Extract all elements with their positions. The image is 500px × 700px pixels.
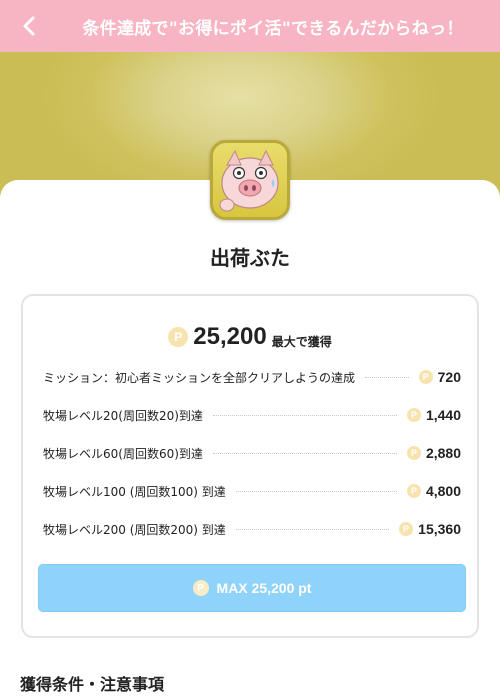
mission-points: 4,800 [425, 483, 461, 499]
dotted-leader [235, 490, 397, 492]
point-coin-icon: P [406, 484, 421, 498]
dotted-leader [235, 528, 390, 530]
total-points: 25,200 [193, 323, 267, 350]
mission-points: 1,440 [425, 407, 461, 423]
dotted-leader [212, 452, 397, 454]
chevron-left-icon [23, 16, 35, 36]
point-coin-icon: P [399, 522, 414, 536]
pig-app-icon [210, 140, 290, 220]
mission-label: 牧場レベル200 (周回数200) 到達 [43, 522, 226, 537]
max-points-label: MAX 25,200 pt [216, 580, 312, 596]
point-coin-icon: P [192, 580, 209, 596]
dotted-leader [365, 376, 409, 378]
app-name: 出荷ぶた [210, 246, 290, 270]
back-button[interactable] [14, 10, 44, 42]
mission-row: 牧場レベル200 (周回数200) 到達 P 15,360 [43, 519, 461, 539]
total-suffix: 最大で獲得 [271, 334, 332, 349]
point-coin-icon: P [418, 370, 433, 384]
conditions-heading: 獲得条件・注意事項 [20, 675, 165, 694]
mission-label: 牧場レベル100 (周回数100) 到達 [43, 484, 226, 499]
total-reward: P 25,200 最大で獲得 [23, 322, 477, 352]
mission-row: 牧場レベル60(周回数60)到達 P 2,880 [43, 443, 461, 463]
mission-points: 2,880 [425, 445, 461, 461]
mission-label: ミッション：初心者ミッションを全部クリアしようの達成 [43, 370, 356, 385]
point-coin-icon: P [168, 327, 189, 347]
point-coin-icon: P [406, 446, 421, 460]
point-coin-icon: P [406, 408, 421, 422]
reward-card: P 25,200 最大で獲得 ミッション：初心者ミッションを全部クリアしようの達… [21, 294, 479, 638]
mission-points: 15,360 [418, 521, 461, 537]
mission-label: 牧場レベル60(周回数60)到達 [43, 446, 203, 461]
max-points-button[interactable]: P MAX 25,200 pt [38, 564, 466, 612]
mission-points: 720 [437, 369, 461, 385]
mission-label: 牧場レベル20(周回数20)到達 [43, 408, 203, 423]
mission-row: 牧場レベル20(周回数20)到達 P 1,440 [43, 405, 461, 425]
mission-row: 牧場レベル100 (周回数100) 到達 P 4,800 [43, 481, 461, 501]
mission-row: ミッション：初心者ミッションを全部クリアしようの達成 P 720 [43, 367, 461, 387]
header-title: 条件達成で"お得にポイ活"できるんだからねっ！ [82, 18, 464, 39]
dotted-leader [212, 414, 397, 416]
top-bar: 条件達成で"お得にポイ活"できるんだからねっ！ [0, 0, 500, 52]
